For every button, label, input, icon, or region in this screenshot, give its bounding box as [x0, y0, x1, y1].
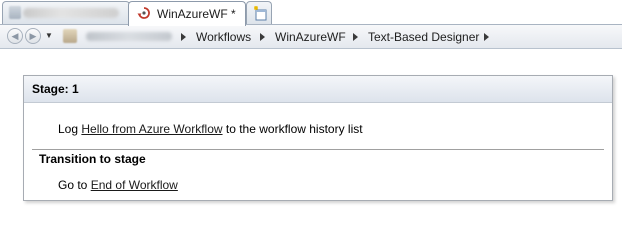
breadcrumb-bar: ◀ ▶ ▼ Workflows WinAzureWF Text-Based De… [0, 25, 622, 49]
breadcrumb-site-blurred[interactable] [86, 32, 172, 41]
breadcrumb-separator-icon[interactable] [484, 33, 489, 41]
forward-button[interactable]: ▶ [25, 28, 41, 44]
new-tab-icon [254, 6, 267, 21]
goto-target-link[interactable]: End of Workflow [91, 178, 178, 192]
workflow-icon [137, 7, 150, 19]
action-suffix: to the workflow history list [225, 122, 363, 136]
breadcrumb-separator-icon[interactable] [181, 33, 186, 41]
breadcrumb-separator-icon[interactable] [353, 33, 358, 41]
back-button[interactable]: ◀ [7, 28, 23, 44]
site-icon [9, 6, 21, 19]
breadcrumb-winazurewf[interactable]: WinAzureWF [275, 30, 346, 44]
divider [32, 149, 604, 150]
tab-blurred-site[interactable] [2, 1, 130, 24]
goto-prefix: Go to [58, 178, 88, 192]
stage-header[interactable]: Stage: 1 [24, 76, 612, 103]
stage-title: Stage: 1 [32, 82, 79, 96]
goto-action: Go to End of Workflow [58, 178, 178, 192]
log-message-link[interactable]: Hello from Azure Workflow [81, 122, 222, 136]
breadcrumb-text-based-designer[interactable]: Text-Based Designer [368, 30, 479, 44]
tab-label: WinAzureWF * [157, 7, 236, 21]
transition-heading: Transition to stage [39, 152, 146, 166]
history-dropdown-icon[interactable]: ▼ [45, 31, 53, 40]
breadcrumb-separator-icon[interactable] [260, 33, 265, 41]
breadcrumb-workflows[interactable]: Workflows [196, 30, 251, 44]
forward-arrow-icon: ▶ [29, 31, 37, 41]
action-prefix: Log [58, 122, 79, 136]
back-arrow-icon: ◀ [11, 31, 19, 41]
site-icon [63, 29, 77, 43]
document-tab-strip: WinAzureWF * [0, 0, 622, 26]
tab-winazurewf[interactable]: WinAzureWF * [128, 1, 246, 26]
stage-panel: Stage: 1 Log Hello from Azure Workflow t… [23, 75, 613, 201]
new-tab-button[interactable] [246, 1, 272, 24]
log-action: Log Hello from Azure Workflow to the wor… [58, 122, 363, 136]
blurred-tab-label [23, 8, 119, 18]
